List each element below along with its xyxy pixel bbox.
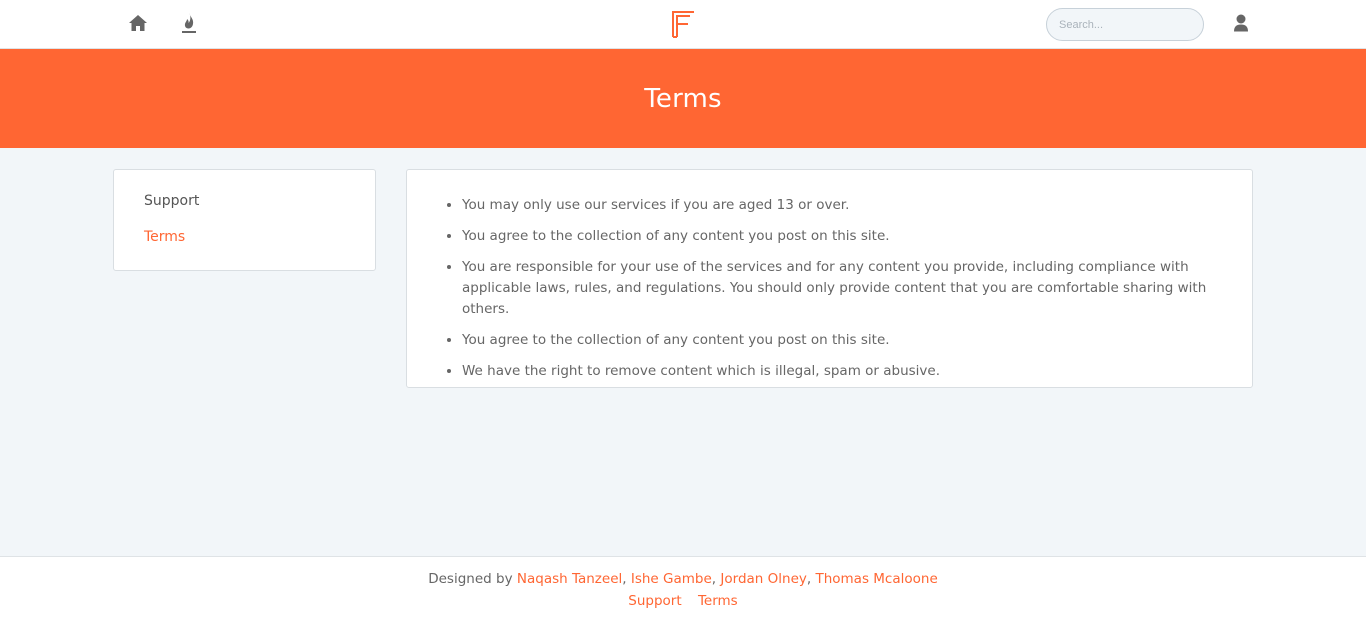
designer-link[interactable]: Naqash Tanzeel (517, 571, 622, 587)
footer-link-terms[interactable]: Terms (698, 593, 738, 609)
fire-icon[interactable] (177, 11, 201, 35)
list-item: You agree to the collection of any conte… (462, 330, 1226, 351)
footer-link-support[interactable]: Support (628, 593, 681, 609)
footer-links: Support Terms (0, 593, 1366, 609)
designer-link[interactable]: Ishe Gambe (631, 571, 712, 587)
terms-list: You may only use our services if you are… (462, 195, 1226, 382)
designed-by-label: Designed by (428, 571, 513, 587)
list-item: You agree to the collection of any conte… (462, 226, 1226, 247)
designer-link[interactable]: Jordan Olney (720, 571, 806, 587)
list-item: You are responsible for your use of the … (462, 257, 1226, 320)
footer: Designed by Naqash Tanzeel, Ishe Gambe, … (0, 556, 1366, 618)
terms-content: You may only use our services if you are… (406, 169, 1253, 388)
designer-link[interactable]: Thomas Mcaloone (815, 571, 937, 587)
top-navbar (0, 0, 1366, 49)
list-item: We have the right to remove content whic… (462, 361, 1226, 382)
search-input[interactable] (1046, 8, 1204, 41)
sidebar-item-terms[interactable]: Terms (144, 228, 345, 246)
footer-credits: Designed by Naqash Tanzeel, Ishe Gambe, … (428, 571, 938, 587)
user-icon[interactable] (1229, 11, 1253, 35)
page-title: Terms (644, 83, 722, 114)
brand-logo[interactable] (669, 8, 697, 40)
page-banner: Terms (0, 49, 1366, 148)
sidebar-item-support[interactable]: Support (144, 192, 345, 210)
home-icon[interactable] (126, 11, 150, 35)
list-item: You may only use our services if you are… (462, 195, 1226, 216)
sidebar: Support Terms (113, 169, 376, 271)
